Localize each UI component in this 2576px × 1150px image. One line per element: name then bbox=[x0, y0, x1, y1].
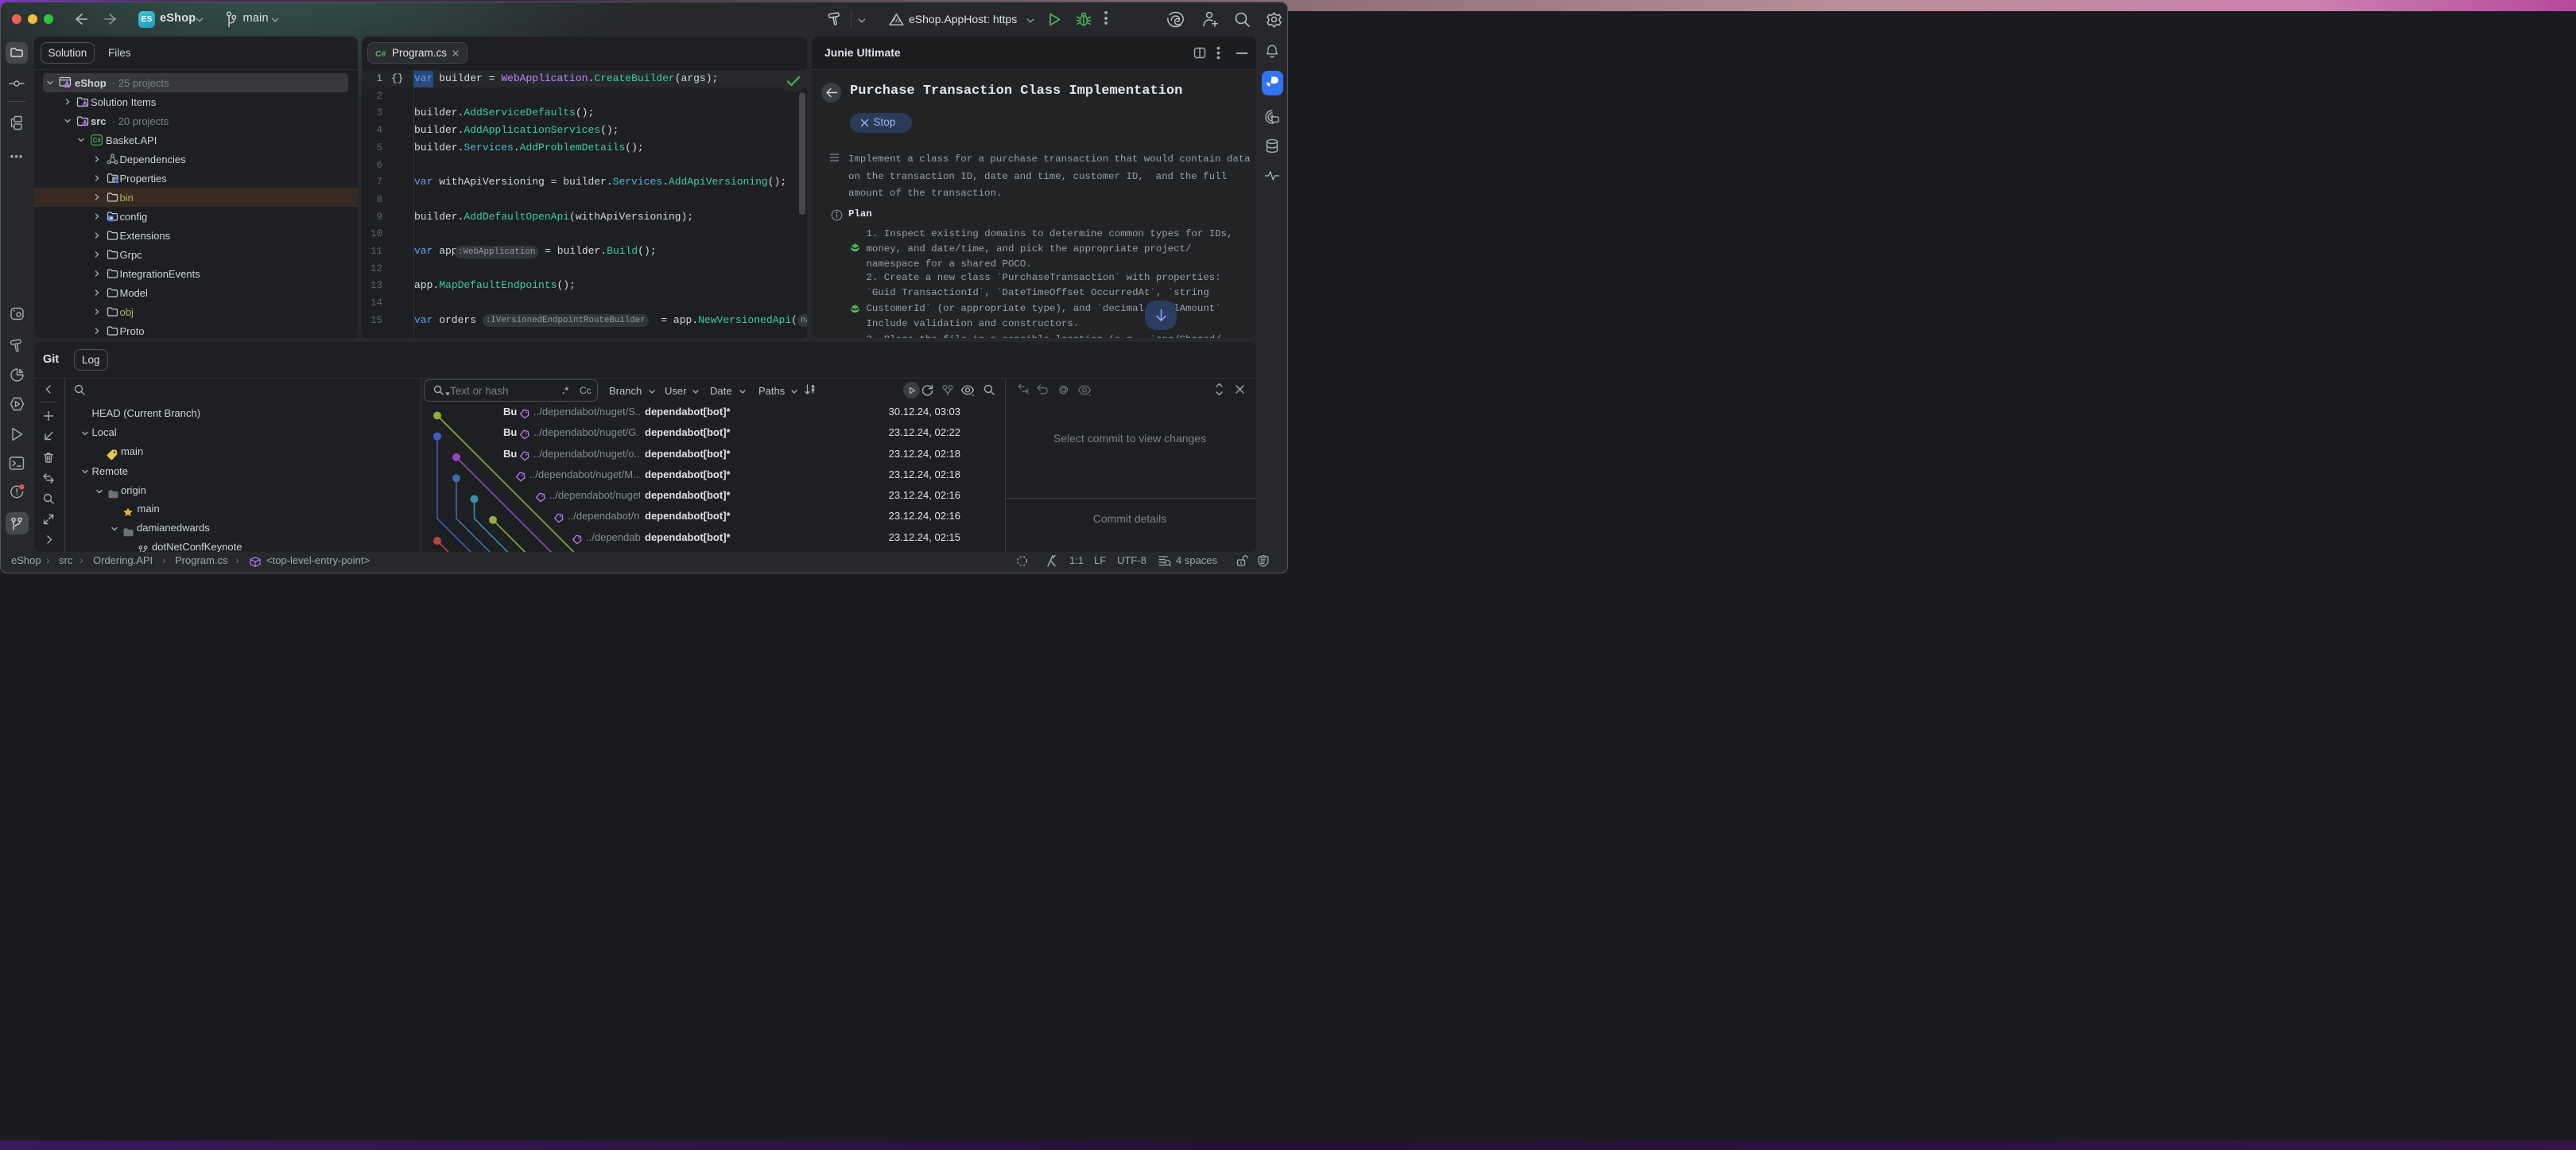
svg-text:C#: C# bbox=[375, 49, 386, 58]
svg-text:C#: C# bbox=[93, 137, 102, 144]
